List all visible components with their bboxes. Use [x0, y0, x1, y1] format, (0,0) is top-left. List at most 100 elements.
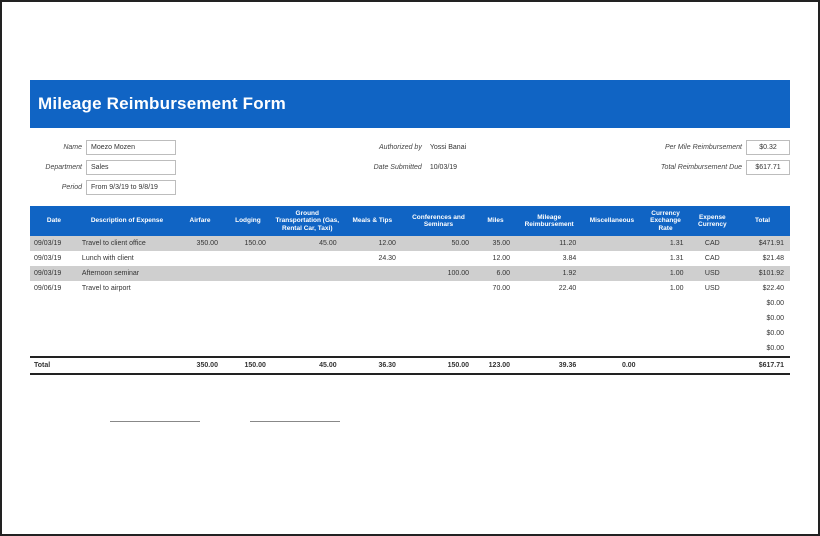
cell-empty[interactable]	[582, 311, 641, 326]
cell-misc[interactable]	[582, 281, 641, 296]
signature-line-1[interactable]	[110, 421, 200, 422]
cell-date[interactable]: 09/03/19	[30, 266, 78, 281]
cell-airfare[interactable]	[176, 281, 224, 296]
cell-ground[interactable]: 45.00	[272, 236, 343, 251]
cell-empty[interactable]	[475, 311, 516, 326]
cell-empty[interactable]	[690, 341, 736, 357]
cell-lodging[interactable]	[224, 251, 272, 266]
cell-airfare[interactable]: 350.00	[176, 236, 224, 251]
cell-desc[interactable]: Travel to airport	[78, 281, 176, 296]
cell-empty[interactable]	[343, 341, 402, 357]
cell-conf[interactable]	[402, 251, 475, 266]
cell-empty[interactable]	[690, 326, 736, 341]
cell-empty[interactable]	[516, 296, 582, 311]
cell-conf[interactable]: 100.00	[402, 266, 475, 281]
cell-desc[interactable]: Travel to client office	[78, 236, 176, 251]
cell-fx[interactable]: 1.00	[642, 266, 690, 281]
cell-empty[interactable]	[272, 296, 343, 311]
cell-date[interactable]: 09/03/19	[30, 236, 78, 251]
cell-empty[interactable]	[78, 296, 176, 311]
cell-empty[interactable]	[582, 326, 641, 341]
cell-fx[interactable]: 1.00	[642, 281, 690, 296]
cell-meals[interactable]	[343, 281, 402, 296]
cell-empty[interactable]	[475, 341, 516, 357]
cell-airfare[interactable]	[176, 251, 224, 266]
cell-empty[interactable]	[475, 296, 516, 311]
cell-empty[interactable]	[78, 311, 176, 326]
cell-empty[interactable]	[272, 326, 343, 341]
cell-empty[interactable]	[690, 311, 736, 326]
cell-empty[interactable]	[176, 296, 224, 311]
cell-lodging[interactable]	[224, 281, 272, 296]
cell-empty[interactable]	[642, 326, 690, 341]
cell-empty[interactable]	[30, 326, 78, 341]
cell-miles[interactable]: 6.00	[475, 266, 516, 281]
cell-mrem[interactable]: 3.84	[516, 251, 582, 266]
cell-empty[interactable]	[30, 296, 78, 311]
cell-empty[interactable]	[343, 296, 402, 311]
signature-line-2[interactable]	[250, 421, 340, 422]
cell-cur[interactable]: CAD	[690, 251, 736, 266]
cell-empty[interactable]	[176, 326, 224, 341]
cell-empty[interactable]	[402, 311, 475, 326]
cell-fx[interactable]: 1.31	[642, 251, 690, 266]
cell-desc[interactable]: Lunch with client	[78, 251, 176, 266]
cell-total[interactable]: $101.92	[735, 266, 790, 281]
cell-empty[interactable]	[176, 341, 224, 357]
cell-empty[interactable]	[78, 326, 176, 341]
cell-misc[interactable]	[582, 251, 641, 266]
cell-cur[interactable]: USD	[690, 281, 736, 296]
cell-empty[interactable]	[272, 311, 343, 326]
cell-empty[interactable]	[224, 326, 272, 341]
cell-empty[interactable]	[642, 296, 690, 311]
field-name[interactable]: Moezo Mozen	[86, 140, 176, 155]
cell-miles[interactable]: 35.00	[475, 236, 516, 251]
cell-empty[interactable]	[224, 296, 272, 311]
cell-meals[interactable]: 24.30	[343, 251, 402, 266]
cell-fx[interactable]: 1.31	[642, 236, 690, 251]
cell-empty[interactable]	[343, 311, 402, 326]
cell-empty[interactable]	[690, 296, 736, 311]
cell-empty[interactable]	[30, 341, 78, 357]
cell-conf[interactable]	[402, 281, 475, 296]
cell-desc[interactable]: Afternoon seminar	[78, 266, 176, 281]
cell-misc[interactable]	[582, 266, 641, 281]
cell-meals[interactable]	[343, 266, 402, 281]
cell-empty[interactable]	[516, 311, 582, 326]
cell-mrem[interactable]: 22.40	[516, 281, 582, 296]
cell-empty[interactable]	[642, 311, 690, 326]
cell-meals[interactable]: 12.00	[343, 236, 402, 251]
cell-misc[interactable]	[582, 236, 641, 251]
cell-total[interactable]: $21.48	[735, 251, 790, 266]
cell-ground[interactable]	[272, 281, 343, 296]
cell-empty[interactable]	[642, 341, 690, 357]
cell-lodging[interactable]	[224, 266, 272, 281]
cell-empty[interactable]	[582, 296, 641, 311]
field-period[interactable]: From 9/3/19 to 9/8/19	[86, 180, 176, 195]
cell-miles[interactable]: 70.00	[475, 281, 516, 296]
cell-airfare[interactable]	[176, 266, 224, 281]
cell-total[interactable]: $22.40	[735, 281, 790, 296]
cell-empty[interactable]	[516, 326, 582, 341]
field-per-mile[interactable]: $0.32	[746, 140, 790, 155]
cell-empty[interactable]	[272, 341, 343, 357]
cell-empty[interactable]	[402, 341, 475, 357]
cell-empty[interactable]	[224, 311, 272, 326]
cell-empty[interactable]	[78, 341, 176, 357]
cell-cur[interactable]: CAD	[690, 236, 736, 251]
cell-ground[interactable]	[272, 266, 343, 281]
cell-empty[interactable]	[176, 311, 224, 326]
cell-empty[interactable]	[582, 341, 641, 357]
cell-date[interactable]: 09/03/19	[30, 251, 78, 266]
cell-lodging[interactable]: 150.00	[224, 236, 272, 251]
field-department[interactable]: Sales	[86, 160, 176, 175]
cell-cur[interactable]: USD	[690, 266, 736, 281]
cell-conf[interactable]: 50.00	[402, 236, 475, 251]
cell-empty[interactable]	[516, 341, 582, 357]
cell-mrem[interactable]: 1.92	[516, 266, 582, 281]
cell-miles[interactable]: 12.00	[475, 251, 516, 266]
cell-date[interactable]: 09/06/19	[30, 281, 78, 296]
cell-empty[interactable]	[343, 326, 402, 341]
cell-mrem[interactable]: 11.20	[516, 236, 582, 251]
cell-empty[interactable]	[402, 296, 475, 311]
